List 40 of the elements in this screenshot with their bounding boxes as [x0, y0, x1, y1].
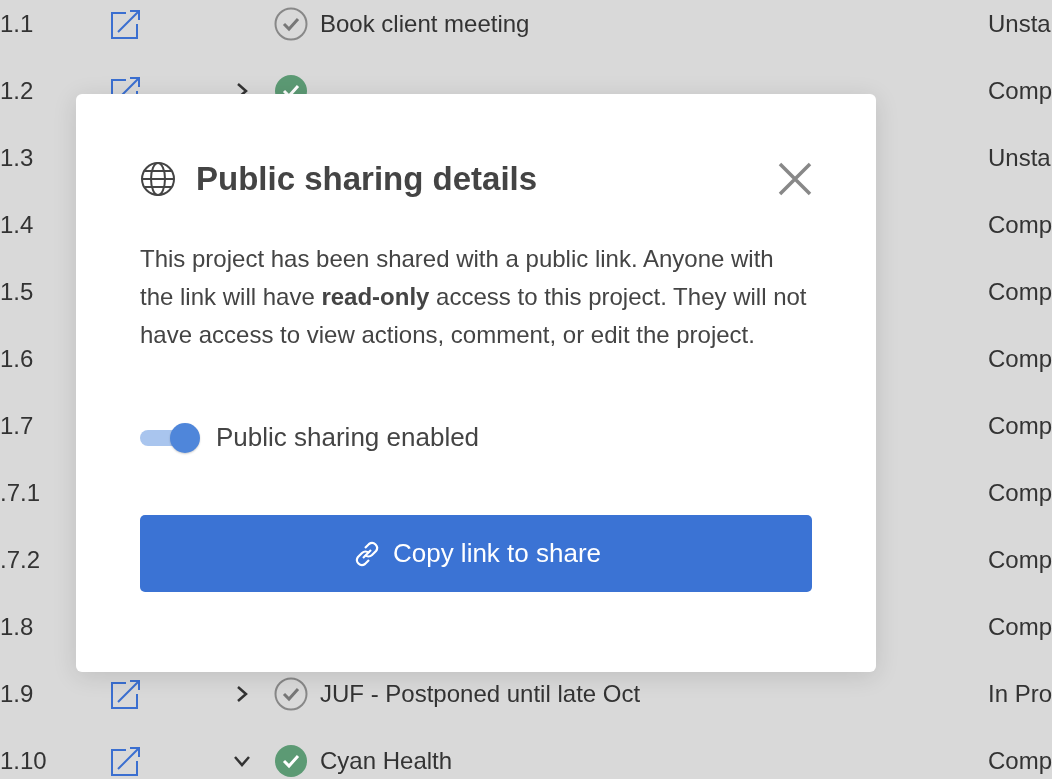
- task-status: In Pro: [988, 679, 1052, 708]
- row-number: .7.1: [0, 478, 41, 507]
- completed-check-icon[interactable]: [274, 743, 308, 778]
- row-number: 1.1: [0, 9, 34, 38]
- row-number: 1.9: [0, 679, 34, 708]
- task-status: Comp: [988, 277, 1052, 306]
- dialog-description: This project has been shared with a public link. Anyone with the link will have read-only access to this project. They will not have access to view actions, comment, or edit the project.: [140, 244, 808, 350]
- row-number: .7.2: [0, 545, 41, 574]
- task-status: Comp: [988, 411, 1052, 440]
- row-number: 1.8: [0, 612, 34, 641]
- sharing-toggle[interactable]: [140, 422, 200, 453]
- task-status: Comp: [988, 612, 1052, 641]
- row-number: 1.10: [0, 746, 47, 775]
- toggle-label: Public sharing enabled: [216, 422, 480, 453]
- task-status: Comp: [988, 545, 1052, 574]
- copy-link-button[interactable]: Copy link to share: [140, 515, 812, 592]
- edit-icon[interactable]: [110, 7, 142, 40]
- task-status: Comp: [988, 76, 1052, 105]
- dialog-title: Public sharing details: [196, 160, 539, 198]
- row-number: 1.7: [0, 411, 34, 440]
- task-status: Comp: [988, 210, 1052, 239]
- globe-icon: [140, 161, 176, 197]
- row-number: 1.3: [0, 143, 34, 172]
- task-title[interactable]: JUF - Postponed until late Oct: [320, 679, 641, 708]
- check-circle-icon[interactable]: [274, 6, 308, 41]
- row-number: 1.6: [0, 344, 34, 373]
- task-status: Comp: [988, 478, 1052, 507]
- row-number: 1.4: [0, 210, 34, 239]
- close-button[interactable]: [778, 162, 812, 196]
- task-title[interactable]: Cyan Health: [320, 746, 453, 775]
- task-status: Unsta: [988, 9, 1051, 38]
- edit-icon[interactable]: [110, 677, 142, 710]
- edit-icon[interactable]: [110, 744, 142, 777]
- task-status: Comp: [988, 746, 1052, 775]
- row-number: 1.2: [0, 76, 34, 105]
- task-status: Comp: [988, 344, 1052, 373]
- task-title[interactable]: Book client meeting: [320, 9, 530, 38]
- task-status: Unsta: [988, 143, 1051, 172]
- row-number: 1.5: [0, 277, 34, 306]
- check-circle-icon[interactable]: [274, 676, 308, 711]
